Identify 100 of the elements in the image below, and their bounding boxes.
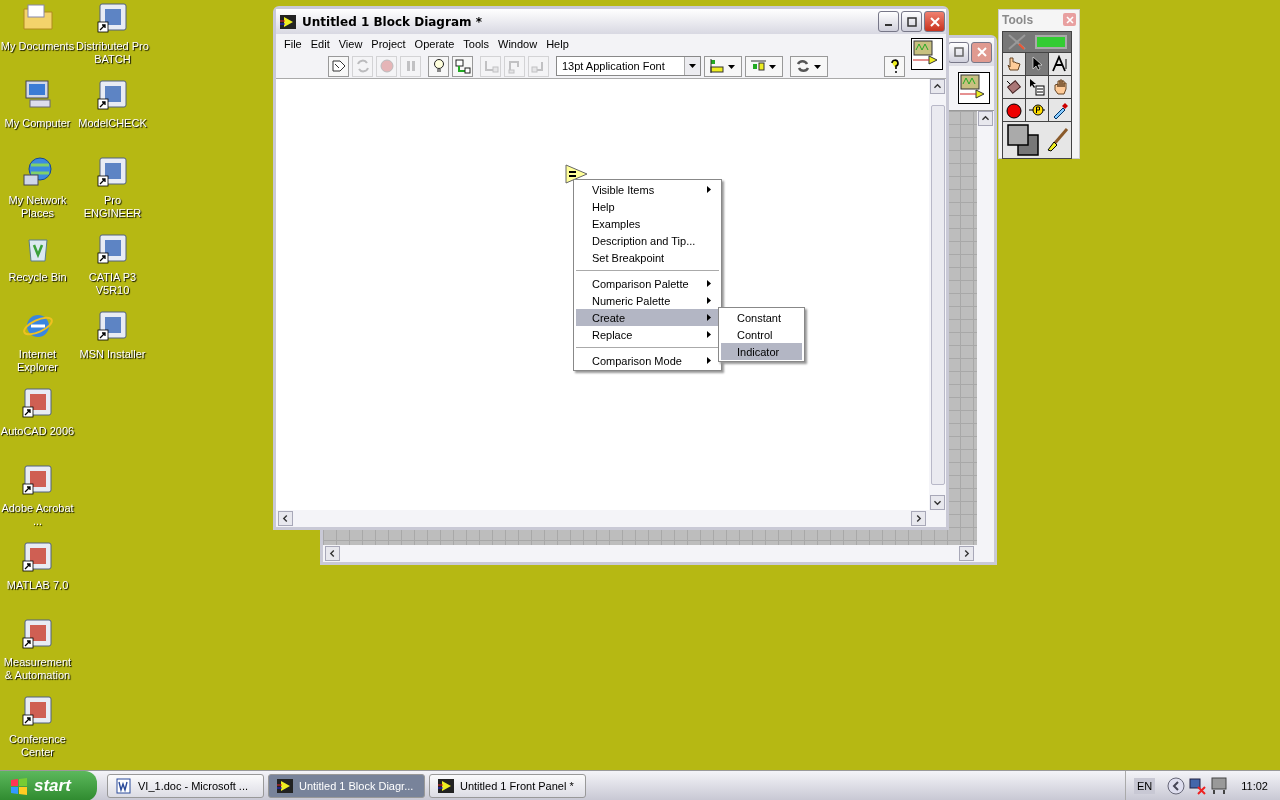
desktop-icon-label: MATLAB 7.0 <box>5 579 70 592</box>
maximize-icon <box>906 16 917 27</box>
reorder-icon <box>795 58 823 74</box>
app-icon[interactable] <box>96 1 129 33</box>
menu-item[interactable]: Project <box>367 38 410 50</box>
distribute-icon <box>750 58 778 74</box>
menu-item[interactable]: Edit <box>306 38 334 50</box>
reorder-dropdown[interactable] <box>790 55 828 77</box>
window-title: Untitled 1 Block Diagram * <box>302 14 483 29</box>
maximize-icon <box>953 47 964 57</box>
hand-icon[interactable] <box>1049 76 1071 98</box>
menu-item[interactable]: Control <box>721 326 802 343</box>
scroll-left-icon[interactable] <box>278 511 293 526</box>
scroll-up-icon[interactable] <box>978 111 993 126</box>
probe-icon[interactable] <box>1026 99 1048 121</box>
scroll-up-icon[interactable] <box>930 79 945 94</box>
menu-item[interactable]: Set Breakpoint <box>576 249 719 266</box>
eyedropper-icon[interactable] <box>1049 99 1071 121</box>
lightbulb-icon[interactable] <box>428 55 449 77</box>
menu-item[interactable]: Examples <box>576 215 719 232</box>
menu-item[interactable]: Operate <box>410 38 459 50</box>
menu-item[interactable]: Window <box>494 38 542 50</box>
app-icon[interactable] <box>21 540 54 572</box>
menu-item[interactable]: Visible Items <box>576 181 719 198</box>
monitor-icon[interactable] <box>1211 776 1228 795</box>
desktop-icon-label: Internet Explorer <box>16 348 59 374</box>
close-button[interactable] <box>924 11 945 32</box>
close-icon <box>976 47 987 57</box>
font-dropdown[interactable]: 13pt Application Font <box>556 56 701 76</box>
folder-icon[interactable] <box>21 1 54 33</box>
crossed-tools-icon <box>1007 33 1027 51</box>
document-icon <box>116 777 132 794</box>
taskbar-button[interactable]: Untitled 1 Front Panel * <box>429 773 586 798</box>
minimize-button[interactable] <box>878 11 899 32</box>
help-icon[interactable] <box>884 55 905 77</box>
app-icon[interactable] <box>21 694 54 726</box>
align-dropdown[interactable] <box>704 55 742 77</box>
desktop-icon-label: Distributed Pro BATCH <box>75 40 150 66</box>
desktop-icon-label: Adobe Acrobat ... <box>0 502 75 528</box>
desktop-icon-label: Pro ENGINEER <box>82 194 143 220</box>
scroll-right-icon[interactable] <box>911 511 926 526</box>
network-disconnected-icon[interactable] <box>1189 776 1208 795</box>
scroll-left-icon[interactable] <box>325 546 340 561</box>
menu-item[interactable]: Tools <box>459 38 494 50</box>
scroll-thumb[interactable] <box>930 104 945 485</box>
taskbar-button[interactable]: Untitled 1 Block Diagr... <box>268 773 425 798</box>
menu-item[interactable]: Comparison Palette <box>576 270 719 292</box>
menu-item[interactable]: Description and Tip... <box>576 232 719 249</box>
caret-icon <box>689 64 696 68</box>
vertical-scrollbar[interactable] <box>929 79 946 510</box>
app-icon[interactable] <box>21 463 54 495</box>
menu-cursor-icon[interactable] <box>1026 76 1048 98</box>
app-icon[interactable] <box>96 78 129 110</box>
app-icon[interactable] <box>96 309 129 341</box>
breakpoint-icon[interactable] <box>1003 99 1025 121</box>
desktop-icon-label: ModelCHECK <box>77 117 148 130</box>
menu-item[interactable]: Numeric Palette <box>576 292 719 309</box>
desktop-icon-label: MSN Installer <box>78 348 147 361</box>
close-icon <box>929 16 940 27</box>
menu-item[interactable]: Help <box>542 38 573 50</box>
app-icon[interactable] <box>96 155 129 187</box>
app-icon[interactable] <box>96 232 129 264</box>
desktop-icon-label: My Network Places <box>7 194 68 220</box>
menu-item[interactable]: Constant <box>721 309 802 326</box>
distribute-dropdown[interactable] <box>745 55 783 77</box>
overlapping-squares-icon <box>1005 123 1040 157</box>
taskbar-button[interactable]: VI_1.doc - Microsoft ... <box>107 773 264 798</box>
menu-item[interactable]: Indicator <box>721 343 802 360</box>
arrow-cursor-icon[interactable] <box>1026 53 1048 75</box>
clock: 11:02 <box>1241 779 1268 792</box>
text-tool-icon[interactable] <box>1049 53 1071 75</box>
maximize-button[interactable] <box>948 41 969 63</box>
menu-item[interactable]: View <box>334 38 367 50</box>
scroll-right-icon[interactable] <box>959 546 974 561</box>
maximize-button[interactable] <box>901 11 922 32</box>
vi-icon[interactable] <box>911 38 943 70</box>
color-tool[interactable] <box>1003 122 1071 158</box>
pointing-hand-icon[interactable] <box>1003 53 1025 75</box>
chevron-icon[interactable] <box>1167 776 1186 795</box>
menu-item[interactable]: Replace <box>576 326 719 343</box>
desktop-icon-label: My Documents <box>0 40 75 53</box>
desktop-icon-label: CATIA P3 V5R10 <box>87 271 138 297</box>
network-icon[interactable] <box>21 155 54 187</box>
vi-icon[interactable] <box>958 72 990 104</box>
desktop-icon-label: Measurement & Automation <box>2 656 73 682</box>
retain-values-icon[interactable] <box>452 55 473 77</box>
close-button[interactable] <box>971 41 992 63</box>
menu-item[interactable]: File <box>280 38 306 50</box>
vi-icon <box>277 778 293 793</box>
app-icon[interactable] <box>21 617 54 649</box>
vi-icon <box>438 778 454 793</box>
scroll-down-icon[interactable] <box>930 495 945 510</box>
wire-spool-icon[interactable] <box>1003 76 1025 98</box>
app-icon[interactable] <box>21 386 54 418</box>
menu-item[interactable]: Help <box>576 198 719 215</box>
equal-comparison-node[interactable] <box>565 164 589 184</box>
desktop-icon-label: My Computer <box>3 117 72 130</box>
menu-item[interactable]: Create <box>576 309 719 326</box>
language-indicator[interactable]: EN <box>1134 777 1156 794</box>
vi-icon <box>280 14 296 29</box>
